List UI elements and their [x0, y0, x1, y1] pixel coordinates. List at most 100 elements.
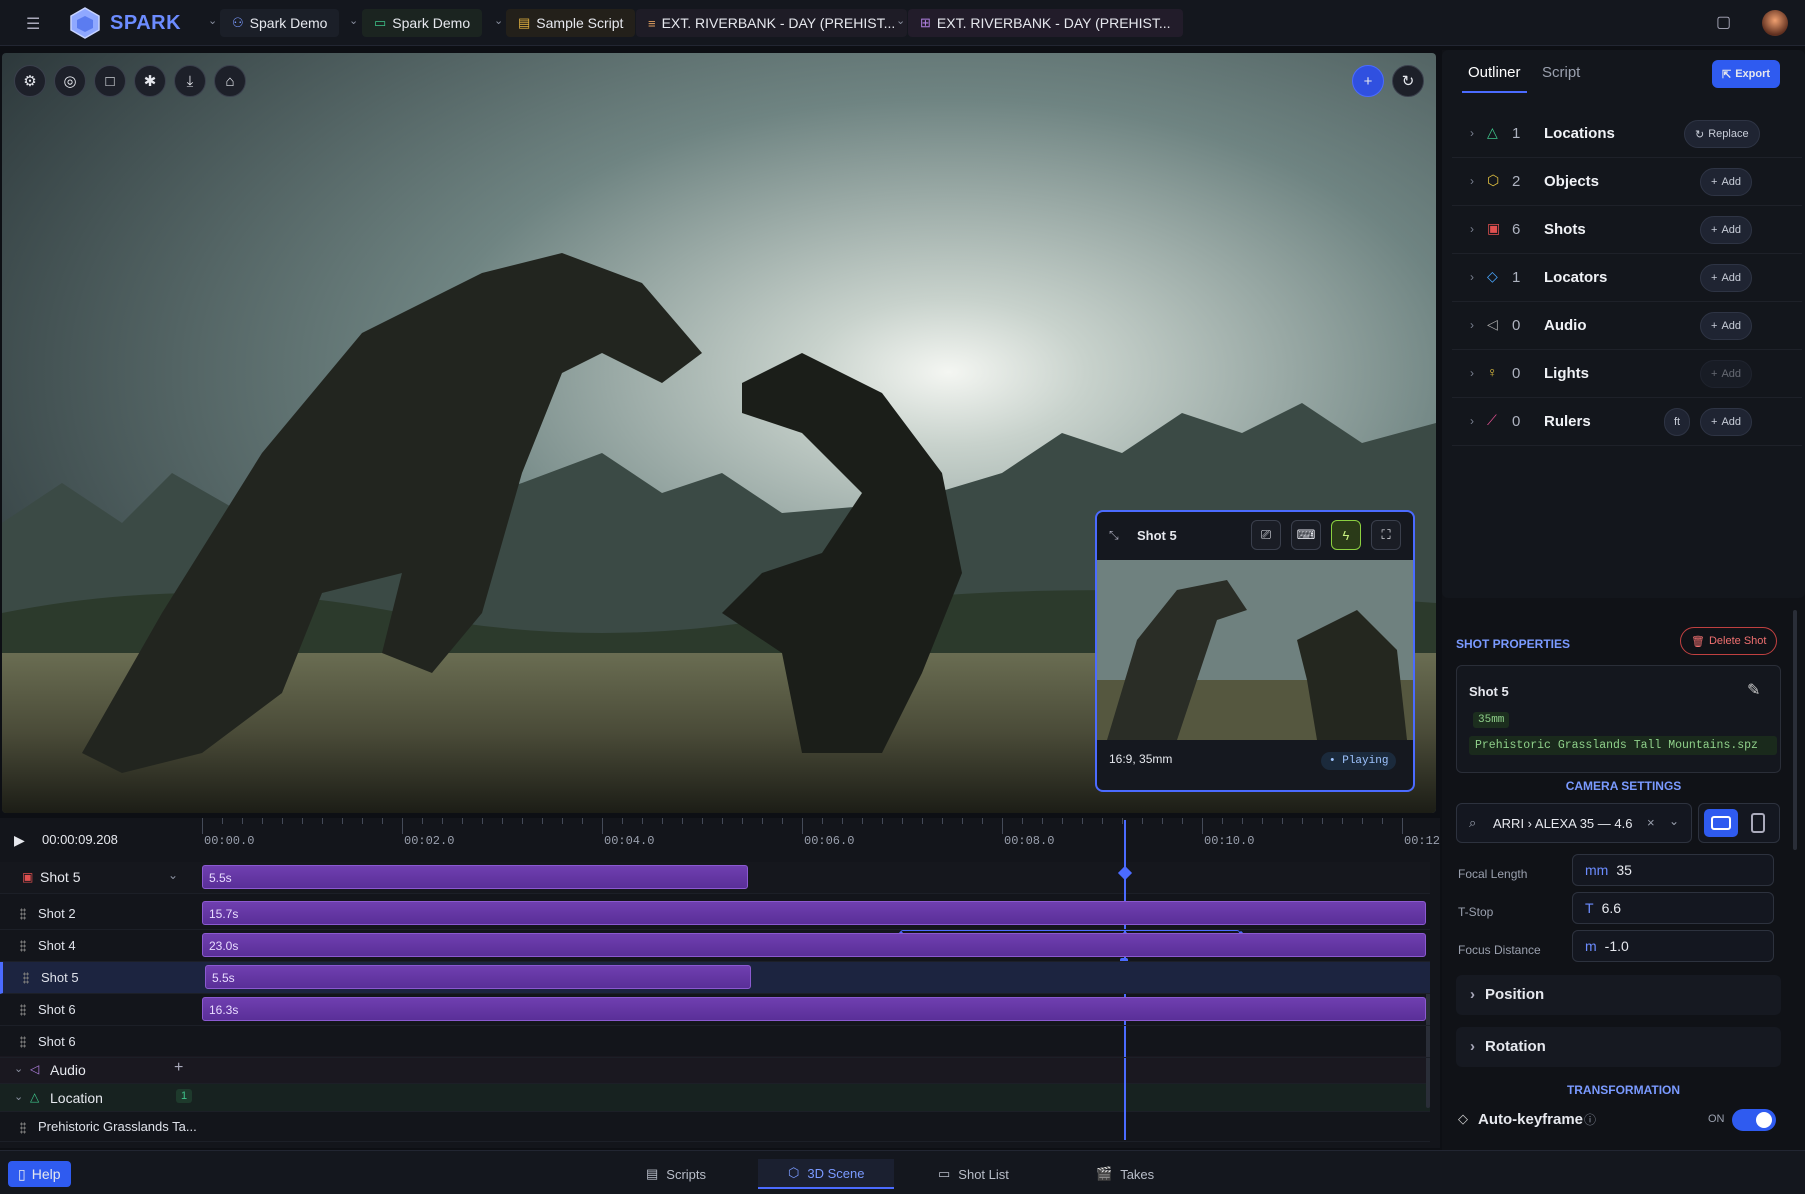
tab-script[interactable]: Script	[1536, 64, 1586, 91]
orientation-toggle[interactable]	[1698, 803, 1780, 843]
compass-icon[interactable]: ◎	[54, 65, 86, 97]
drag-handle-icon[interactable]	[20, 1122, 26, 1134]
bug-icon[interactable]: ✱	[134, 65, 166, 97]
add-button[interactable]: + Add	[1700, 312, 1753, 340]
shot-track-row[interactable]: Shot 6 16.3s	[0, 994, 1430, 1026]
chat-icon[interactable]: ▢	[1716, 12, 1731, 32]
menu-icon[interactable]: ☰	[26, 14, 40, 34]
chevron-down-icon[interactable]: ⌄	[349, 14, 358, 27]
tab-shot-list[interactable]: ▭ Shot List	[908, 1159, 1039, 1189]
outliner-row-locators[interactable]: › ◇ 1 Locators + Add	[1452, 254, 1802, 302]
location-item-row[interactable]: Prehistoric Grasslands Ta...	[0, 1112, 1430, 1142]
tab-takes[interactable]: 🎬 Takes	[1066, 1159, 1184, 1189]
settings-icon[interactable]: ⚙	[14, 65, 46, 97]
selected-shot-row[interactable]: ▣ Shot 5 ⌄ 5.5s	[0, 862, 1430, 894]
monitor-icon[interactable]: ⎚	[1251, 520, 1281, 550]
drag-handle-icon[interactable]	[20, 1004, 26, 1016]
play-icon[interactable]: ▶	[14, 832, 25, 849]
breadcrumb-scene[interactable]: ≡ EXT. RIVERBANK - DAY (PREHIST...	[636, 9, 908, 37]
add-button[interactable]: + Add	[1700, 264, 1753, 292]
keyboard-icon[interactable]: ⌨	[1291, 520, 1321, 550]
shot-track-row[interactable]: Shot 2 15.7s	[0, 898, 1430, 930]
add-button[interactable]: + Add	[1700, 216, 1753, 244]
timeline-clip[interactable]: 23.0s	[202, 933, 1426, 957]
refresh-icon[interactable]: ↻	[1392, 65, 1424, 97]
camera-select[interactable]: ⌕ ARRI › ALEXA 35 — 4.6 × ⌄	[1456, 803, 1692, 843]
chevron-right-icon[interactable]: ›	[1470, 366, 1474, 380]
outliner-row-shots[interactable]: › ▣ 6 Shots + Add	[1452, 206, 1802, 254]
chevron-right-icon[interactable]: ›	[1470, 126, 1474, 140]
location-track-row[interactable]: ⌄ △ Location 1	[0, 1084, 1430, 1112]
help-button[interactable]: ▯ Help	[8, 1161, 71, 1187]
timeline-clip[interactable]: 5.5s	[202, 865, 748, 889]
collapse-icon[interactable]: ⤡	[1109, 528, 1119, 543]
chevron-right-icon[interactable]: ›	[1470, 270, 1474, 284]
breadcrumb-script[interactable]: ▤ Sample Script	[506, 9, 636, 37]
chevron-down-icon[interactable]: ⌄	[14, 1090, 23, 1103]
download-icon[interactable]: ⤓	[174, 65, 206, 97]
edit-icon[interactable]: ✎	[1747, 680, 1760, 700]
add-icon[interactable]: +	[1352, 65, 1384, 97]
add-button[interactable]: + Add	[1700, 168, 1753, 196]
tab-3d-scene[interactable]: ⬡ 3D Scene	[758, 1159, 895, 1189]
drag-handle-icon[interactable]	[20, 908, 26, 920]
shot-track-row[interactable]: Shot 4 23.0s	[0, 930, 1430, 962]
outliner-row-audio[interactable]: › ◁ 0 Audio + Add	[1452, 302, 1802, 350]
unit-button[interactable]: ft	[1664, 408, 1691, 436]
chevron-right-icon[interactable]: ›	[1470, 318, 1474, 332]
export-button[interactable]: ⇱ Export	[1712, 60, 1781, 88]
chevron-down-icon[interactable]: ⌄	[1669, 814, 1679, 828]
position-section[interactable]: › Position	[1456, 975, 1781, 1015]
avatar[interactable]	[1762, 10, 1788, 36]
landscape-icon[interactable]	[1704, 809, 1738, 837]
chevron-right-icon[interactable]: ›	[1470, 222, 1474, 236]
time-ruler[interactable]: 00:00.0 00:02.0 00:04.0 00:06.0 00:08.0 00:10…	[202, 818, 1440, 850]
timeline-clip[interactable]: 16.3s	[202, 997, 1426, 1021]
home-icon[interactable]: ⌂	[214, 65, 246, 97]
right-panel: Outliner Script ⇱ Export › △ 1 Locations ↻ Re…	[1442, 50, 1805, 1150]
delete-shot-button[interactable]: 🗑 Delete Shot	[1680, 627, 1778, 655]
portrait-icon[interactable]	[1751, 813, 1765, 833]
tstop-field[interactable]: T 6.6	[1572, 892, 1774, 924]
frame-icon[interactable]: □	[94, 65, 126, 97]
lightning-icon[interactable]: ϟ	[1331, 520, 1361, 550]
tab-outliner[interactable]: Outliner	[1462, 64, 1527, 93]
selected-shot-label: Shot 5	[40, 869, 81, 885]
outliner-row-locations[interactable]: › △ 1 Locations ↻ Replace	[1452, 110, 1802, 158]
breadcrumb-setup[interactable]: ⊞ EXT. RIVERBANK - DAY (PREHIST...	[908, 9, 1183, 37]
shot-track-row[interactable]: Shot 5 5.5s	[0, 962, 1430, 994]
chevron-right-icon[interactable]: ›	[1470, 174, 1474, 188]
focus-distance-field[interactable]: m -1.0	[1572, 930, 1774, 962]
add-button[interactable]: + Add	[1700, 360, 1753, 388]
tab-scripts[interactable]: ▤ Scripts	[616, 1159, 736, 1189]
audio-track-row[interactable]: ⌄ ◁ Audio +	[0, 1056, 1430, 1084]
chevron-down-icon[interactable]: ⌄	[168, 868, 178, 882]
replace-button[interactable]: ↻ Replace	[1684, 120, 1760, 148]
drag-handle-icon[interactable]	[23, 972, 29, 984]
chevron-down-icon[interactable]: ⌄	[494, 14, 503, 27]
timeline-clip[interactable]: 5.5s	[205, 965, 751, 989]
chevron-down-icon[interactable]: ⌄	[208, 14, 217, 27]
chevron-down-icon[interactable]: ⌄	[896, 14, 905, 27]
outliner-row-rulers[interactable]: › ⟋ 0 Rulers ft + Add	[1452, 398, 1802, 446]
shot-preview-panel[interactable]: ⤡ Shot 5 ⎚ ⌨ ϟ ⛶ 16:9, 35mm • Playing	[1095, 510, 1415, 792]
clear-icon[interactable]: ×	[1647, 815, 1655, 830]
outliner-row-lights[interactable]: › ♀ 0 Lights + Add	[1452, 350, 1802, 398]
auto-keyframe-toggle[interactable]	[1732, 1109, 1776, 1131]
outliner-row-objects[interactable]: › ⬡ 2 Objects + Add	[1452, 158, 1802, 206]
drag-handle-icon[interactable]	[20, 1036, 26, 1048]
add-button[interactable]: + Add	[1700, 408, 1753, 436]
breadcrumb-project[interactable]: ▭ Spark Demo	[362, 9, 483, 37]
timeline-clip[interactable]: 15.7s	[202, 901, 1426, 925]
add-icon[interactable]: +	[174, 1059, 183, 1077]
shot-track-row[interactable]: Shot 6	[0, 1026, 1430, 1058]
fullscreen-icon[interactable]: ⛶	[1371, 520, 1401, 550]
chevron-right-icon[interactable]: ›	[1470, 414, 1474, 428]
ruler-subtick	[922, 818, 923, 824]
rotation-section[interactable]: › Rotation	[1456, 1027, 1781, 1067]
breadcrumb-team[interactable]: ⚇ Spark Demo	[220, 9, 340, 37]
panel-scrollbar[interactable]	[1793, 610, 1797, 850]
chevron-down-icon[interactable]: ⌄	[14, 1062, 23, 1075]
focal-length-field[interactable]: mm 35	[1572, 854, 1774, 886]
drag-handle-icon[interactable]	[20, 940, 26, 952]
